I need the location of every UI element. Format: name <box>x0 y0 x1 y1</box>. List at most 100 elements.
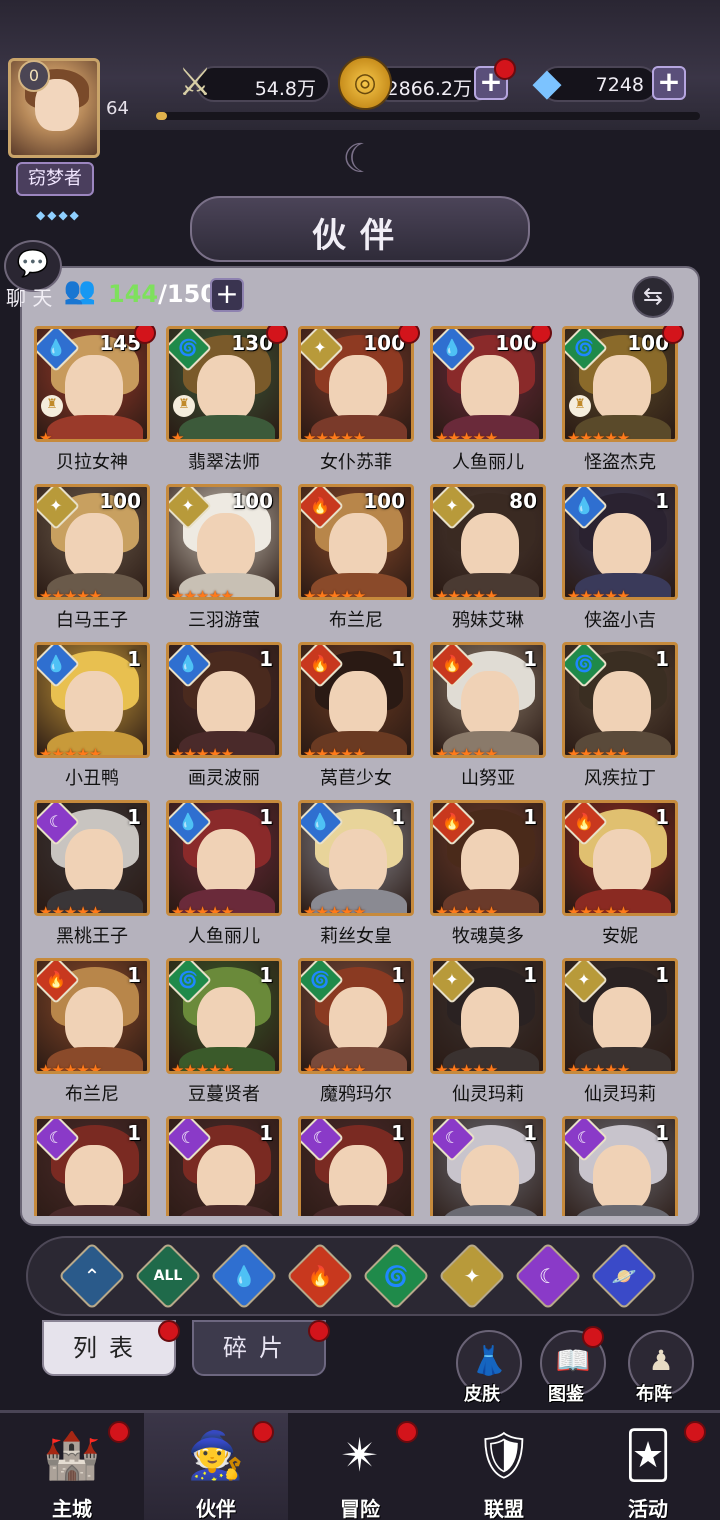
skins-label: 皮肤 <box>464 1384 500 1405</box>
hero-card[interactable]: ☾ 1 <box>166 1116 282 1216</box>
star-rating: ★ <box>39 429 52 442</box>
filter-space-icon[interactable]: 🪐 <box>590 1242 658 1310</box>
hero-card[interactable]: ✦ 100 ★★★★★ 女仆苏菲 <box>298 326 420 473</box>
filter-glyph: ☾ <box>539 1264 557 1288</box>
nav-item-4[interactable]: 🃏 活动 <box>576 1413 720 1520</box>
filter-dark-icon[interactable]: ☾ <box>514 1242 582 1310</box>
star-rating: ★★★★★ <box>567 587 630 600</box>
hero-name: 怪盗杰克 <box>584 452 656 473</box>
hero-card[interactable]: 💧 1 ★★★★★ 莉丝女皇 <box>298 800 414 947</box>
hero-card[interactable]: 🌀 1 ★★★★★ 魔鸦玛尔 <box>298 958 414 1105</box>
hero-card[interactable]: 💧 1 ★★★★★ 人鱼丽儿 <box>166 800 282 947</box>
tab-fragments[interactable]: 碎片 <box>192 1320 326 1376</box>
tab-fragments-notification-dot <box>308 1320 330 1342</box>
filter-light-icon[interactable]: ✦ <box>438 1242 506 1310</box>
star-rating: ★★★★★ <box>39 745 102 758</box>
star-rating: ★★★★★ <box>435 587 498 600</box>
sort-toggle-button[interactable]: ⇆ <box>632 276 674 318</box>
hero-card[interactable]: ✦ 100 ★★★★★ 三羽游萤 <box>166 484 282 631</box>
hero-portrait: 🔥 1 ★★★★★ <box>430 642 546 758</box>
hero-card[interactable]: 🌀 100 ♜ ★★★★★ 怪盗杰克 <box>562 326 684 473</box>
hero-card[interactable]: 💧 100 ★★★★★ 人鱼丽儿 <box>430 326 552 473</box>
hero-notification-dot <box>398 326 420 344</box>
hero-level: 1 <box>523 805 537 829</box>
filter-water-icon[interactable]: 💧 <box>210 1242 278 1310</box>
portrait-face <box>461 355 519 421</box>
filter-fire-icon[interactable]: 🔥 <box>286 1242 354 1310</box>
nav-item-3[interactable]: 🛡 联盟 <box>432 1413 576 1520</box>
hero-name: 风疾拉丁 <box>584 768 656 789</box>
star-rating: ★★★★★ <box>171 587 234 600</box>
hero-card[interactable]: ✦ 1 ★★★★★ 仙灵玛莉 <box>562 958 678 1105</box>
hero-level: 1 <box>655 805 669 829</box>
hero-portrait: 🔥 1 ★★★★★ <box>430 800 546 916</box>
filter-wind-icon[interactable]: 🌀 <box>362 1242 430 1310</box>
gold-coin-icon: ◎ <box>338 56 392 110</box>
hero-grid: 💧 145 ♜ ★ 贝拉女神 🌀 130 ♜ ★ 翡翠法师 ✦ 100 ★★★★★ 女仆苏菲 💧 100 ★★★… <box>34 326 684 1216</box>
hero-level: 1 <box>391 647 405 671</box>
hero-card[interactable]: ☾ 1 ★★★★★ 黑桃王子 <box>34 800 150 947</box>
portrait-body <box>179 415 275 439</box>
swap-arrows-icon: ⇆ <box>642 282 664 310</box>
tab-list[interactable]: 列表 <box>42 1320 176 1376</box>
portrait-face <box>197 987 255 1053</box>
element-glyph: 🔥 <box>310 496 330 515</box>
portrait-face <box>593 1145 651 1211</box>
player-title-badge[interactable]: 窃梦者 ◆◆◆◆ <box>16 162 94 222</box>
hero-card[interactable]: ☾ 1 <box>298 1116 414 1216</box>
hero-card[interactable]: 🔥 1 ★★★★★ 牧魂莫多 <box>430 800 546 947</box>
star-rating: ★★★★★ <box>435 903 498 916</box>
nav-icon: 🃏 <box>624 1428 672 1482</box>
filter-up-icon[interactable]: ⌃ <box>58 1242 126 1310</box>
hero-notification-dot <box>662 326 684 344</box>
hero-card[interactable]: ✦ 80 ★★★★★ 鸦妹艾琳 <box>430 484 546 631</box>
element-glyph: ✦ <box>445 970 459 989</box>
hero-portrait: 🔥 1 ★★★★★ <box>298 642 414 758</box>
hero-card[interactable]: 🔥 1 ★★★★★ 山努亚 <box>430 642 546 789</box>
star-rating: ★★★★★ <box>39 903 102 916</box>
star-rating: ★★★★★ <box>39 587 102 600</box>
hero-portrait: ☾ 1 <box>562 1116 678 1216</box>
hero-card[interactable]: 💧 145 ♜ ★ 贝拉女神 <box>34 326 156 473</box>
hero-card[interactable]: 💧 1 ★★★★★ 画灵波丽 <box>166 642 282 789</box>
element-glyph: ✦ <box>445 496 459 515</box>
hero-card[interactable]: ☾ 1 <box>562 1116 678 1216</box>
hero-card[interactable]: 🔥 1 ★★★★★ 安妮 <box>562 800 678 947</box>
hero-name: 魔鸦玛尔 <box>320 1084 392 1105</box>
hero-card[interactable]: ☾ 1 <box>430 1116 546 1216</box>
nav-item-0[interactable]: 🏰 主城 <box>0 1413 144 1520</box>
chess-icon: ♟ <box>648 1344 674 1377</box>
portrait-face <box>65 671 123 737</box>
star-rating: ★★★★★ <box>303 429 366 442</box>
portrait-face <box>329 513 387 579</box>
hero-name: 小丑鸭 <box>65 768 119 789</box>
portrait-face <box>197 671 255 737</box>
hero-name: 布兰尼 <box>65 1084 119 1105</box>
hero-card[interactable]: 🔥 1 ★★★★★ 莴苣少女 <box>298 642 414 789</box>
hero-card[interactable]: 🌀 130 ♜ ★ 翡翠法师 <box>166 326 288 473</box>
filter-all-icon[interactable]: ALL <box>134 1242 202 1310</box>
hero-name: 牧魂莫多 <box>452 926 524 947</box>
nav-item-2[interactable]: ✴ 冒险 <box>288 1413 432 1520</box>
expand-roster-button[interactable]: + <box>210 278 244 312</box>
hero-card[interactable]: ☾ 1 <box>34 1116 150 1216</box>
hero-portrait: 💧 1 ★★★★★ <box>298 800 414 916</box>
hero-card[interactable]: 🔥 100 ★★★★★ 布兰尼 <box>298 484 414 631</box>
add-gems-button[interactable]: + <box>652 66 686 100</box>
portrait-face <box>197 1145 255 1211</box>
nav-item-1[interactable]: 🧙 伙伴 <box>144 1413 288 1520</box>
hero-card[interactable]: ✦ 1 ★★★★★ 仙灵玛莉 <box>430 958 546 1105</box>
hero-card[interactable]: ✦ 100 ★★★★★ 白马王子 <box>34 484 150 631</box>
element-glyph: 💧 <box>574 496 594 515</box>
element-glyph: 🌀 <box>178 970 198 989</box>
hero-card[interactable]: 🔥 1 ★★★★★ 布兰尼 <box>34 958 150 1105</box>
hero-count-separator: / <box>158 280 167 308</box>
hero-card[interactable]: 💧 1 ★★★★★ 小丑鸭 <box>34 642 150 789</box>
hero-card[interactable]: 🌀 1 ★★★★★ 豆蔓贤者 <box>166 958 282 1105</box>
filter-glyph: ✦ <box>463 1264 481 1288</box>
hero-level: 1 <box>523 1121 537 1145</box>
hero-level: 100 <box>231 489 273 513</box>
element-glyph: 🔥 <box>442 654 462 673</box>
hero-card[interactable]: 🌀 1 ★★★★★ 风疾拉丁 <box>562 642 678 789</box>
hero-card[interactable]: 💧 1 ★★★★★ 侠盗小吉 <box>562 484 678 631</box>
